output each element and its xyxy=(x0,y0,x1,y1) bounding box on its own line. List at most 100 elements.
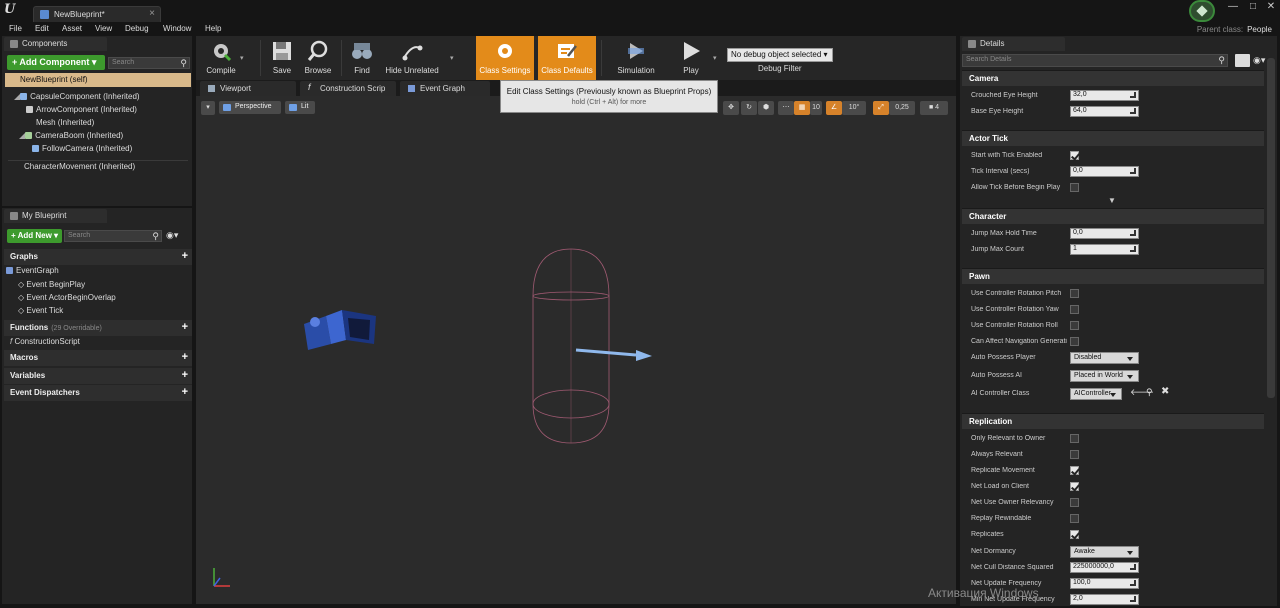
advanced-expand-chevron-icon[interactable]: ▼ xyxy=(1108,196,1116,205)
camera-mesh-icon xyxy=(304,310,376,350)
min-net-update-frequency-field[interactable]: 2,0 xyxy=(1070,594,1139,605)
menu-view[interactable]: View xyxy=(95,24,112,33)
ai-controller-class-dropdown[interactable]: AIController xyxy=(1070,388,1122,400)
play-options-dropdown[interactable]: ▾ xyxy=(713,54,717,62)
allow-tick-before-begin-checkbox[interactable] xyxy=(1070,183,1079,192)
graph-item-beginoverlap[interactable]: ◇ Event ActorBeginOverlap xyxy=(18,293,208,306)
start-with-tick-checkbox[interactable] xyxy=(1070,151,1079,160)
only-relevant-owner-checkbox[interactable] xyxy=(1070,434,1079,443)
hide-unrelated-button[interactable]: Hide Unrelated xyxy=(382,36,442,80)
net-dormancy-dropdown[interactable]: Awake xyxy=(1070,546,1139,558)
debug-object-dropdown[interactable]: No debug object selected ▾ xyxy=(727,48,833,62)
browse-asset-icon[interactable]: ⚲ xyxy=(1146,387,1153,398)
net-load-client-checkbox[interactable] xyxy=(1070,482,1079,491)
always-relevant-checkbox[interactable] xyxy=(1070,450,1079,459)
jump-max-count-field[interactable]: 1 xyxy=(1070,244,1139,255)
graphs-header[interactable]: Graphs + xyxy=(4,249,192,265)
character-section-header[interactable]: Character xyxy=(962,208,1264,224)
view-options-eye-icon[interactable]: ◉▾ xyxy=(166,230,188,242)
parent-class-link[interactable]: People xyxy=(1247,25,1272,34)
hide-unrelated-dropdown[interactable]: ▾ xyxy=(450,54,454,62)
details-tab[interactable]: Details xyxy=(962,37,1065,51)
find-button[interactable]: Find xyxy=(344,36,380,80)
simulation-button[interactable]: Simulation xyxy=(610,36,662,80)
crouched-eye-height-field[interactable]: 32,0 xyxy=(1070,90,1139,101)
controller-pitch-checkbox[interactable] xyxy=(1070,289,1079,298)
menu-edit[interactable]: Edit xyxy=(35,24,49,33)
save-button[interactable]: Save xyxy=(264,36,300,80)
viewport[interactable]: ▾ Perspective Lit ✥ ↻ ⬢ ⋯ ▦ 10 ∠ 10° ⤢ 0… xyxy=(196,96,956,604)
menu-file[interactable]: File xyxy=(9,24,22,33)
actor-tick-section-header[interactable]: Actor Tick xyxy=(962,130,1264,146)
clear-icon[interactable]: ✖ xyxy=(1161,386,1169,397)
add-variable-icon[interactable]: + xyxy=(182,369,188,381)
auto-possess-player-dropdown[interactable]: Disabled xyxy=(1070,352,1139,364)
affect-navigation-checkbox[interactable] xyxy=(1070,337,1079,346)
variables-header[interactable]: Variables + xyxy=(4,368,192,384)
macros-header[interactable]: Macros + xyxy=(4,350,192,366)
replay-rewindable-checkbox[interactable] xyxy=(1070,514,1079,523)
auto-possess-ai-dropdown[interactable]: Placed in World xyxy=(1070,370,1139,382)
tree-item-arrow[interactable]: ArrowComponent (Inherited) xyxy=(26,105,216,118)
base-eye-height-field[interactable]: 64,0 xyxy=(1070,106,1139,117)
add-function-icon[interactable]: + xyxy=(182,321,188,333)
controller-roll-checkbox[interactable] xyxy=(1070,321,1079,330)
tree-row-selected[interactable]: NewBlueprint (self) xyxy=(5,73,191,87)
replicates-checkbox[interactable] xyxy=(1070,530,1079,539)
add-macro-icon[interactable]: + xyxy=(182,351,188,363)
tree-item-charmovement[interactable]: CharacterMovement (Inherited) xyxy=(18,162,208,175)
net-update-frequency-field[interactable]: 100,0 xyxy=(1070,578,1139,589)
camera-section-header[interactable]: Camera xyxy=(962,70,1264,86)
tree-item-mesh[interactable]: Mesh (Inherited) xyxy=(26,118,216,131)
menu-debug[interactable]: Debug xyxy=(125,24,149,33)
tick-interval-field[interactable]: 0,0 xyxy=(1070,166,1139,177)
toolbar-separator xyxy=(601,40,602,76)
my-blueprint-search-input[interactable]: Search ⚲ xyxy=(64,230,162,242)
add-component-button[interactable]: + Add Component ▾ xyxy=(7,55,105,70)
user-badge-icon[interactable] xyxy=(1189,0,1215,22)
browse-button[interactable]: Browse xyxy=(300,36,336,80)
property-matrix-grid-icon[interactable] xyxy=(1235,54,1250,67)
pawn-section-header[interactable]: Pawn xyxy=(962,268,1264,284)
graph-item-tick[interactable]: ◇ Event Tick xyxy=(18,306,208,319)
menu-window[interactable]: Window xyxy=(163,24,191,33)
document-tab[interactable]: NewBlueprint* × xyxy=(33,6,161,22)
class-settings-button[interactable]: Class Settings xyxy=(476,36,534,80)
graph-item-eventgraph[interactable]: EventGraph xyxy=(6,266,196,279)
class-defaults-button[interactable]: Class Defaults xyxy=(538,36,596,80)
add-graph-icon[interactable]: + xyxy=(182,250,188,262)
graph-item-beginplay[interactable]: ◇ Event BeginPlay xyxy=(18,280,208,293)
function-item-construction[interactable]: f ConstructionScript xyxy=(10,337,200,350)
tree-item-followcamera[interactable]: FollowCamera (Inherited) xyxy=(32,144,222,157)
compile-options-dropdown[interactable]: ▾ xyxy=(240,54,244,62)
tab-construction-script[interactable]: f Construction Scrip xyxy=(300,81,396,96)
simulation-label: Simulation xyxy=(617,66,655,75)
net-use-owner-checkbox[interactable] xyxy=(1070,498,1079,507)
add-new-button[interactable]: + Add New ▾ xyxy=(7,229,62,243)
tab-event-graph[interactable]: Event Graph xyxy=(400,81,490,96)
play-button[interactable]: Play xyxy=(674,36,708,80)
components-search-input[interactable]: Search ⚲ xyxy=(108,57,190,69)
close-tab-icon[interactable]: × xyxy=(149,8,155,19)
toolbar-separator xyxy=(341,40,342,76)
compile-button[interactable]: Compile xyxy=(196,36,246,80)
details-scrollbar[interactable] xyxy=(1267,58,1275,398)
ai-controller-class-row: AI Controller Class AIController 🡐 ⚲ ✖ xyxy=(962,386,1264,402)
close-window-button[interactable]: ✕ xyxy=(1258,0,1280,16)
replicate-movement-checkbox[interactable] xyxy=(1070,466,1079,475)
functions-header[interactable]: Functions (29 Overridable) + xyxy=(4,320,192,336)
net-cull-distance-field[interactable]: 225000000,0 xyxy=(1070,562,1139,573)
menu-help[interactable]: Help xyxy=(205,24,221,33)
replication-section-header[interactable]: Replication xyxy=(962,413,1264,429)
tab-viewport[interactable]: Viewport xyxy=(200,81,296,96)
tree-item-capsule[interactable]: ◢ CapsuleComponent (Inherited) xyxy=(14,92,204,105)
controller-yaw-checkbox[interactable] xyxy=(1070,305,1079,314)
details-search-input[interactable]: Search Details ⚲ xyxy=(962,54,1228,67)
tree-item-cameraboom[interactable]: ◢ CameraBoom (Inherited) xyxy=(19,131,209,144)
add-dispatcher-icon[interactable]: + xyxy=(182,386,188,398)
dispatchers-header[interactable]: Event Dispatchers + xyxy=(4,385,192,401)
components-tab[interactable]: Components xyxy=(4,37,107,51)
my-blueprint-tab[interactable]: My Blueprint xyxy=(4,209,107,223)
jump-max-hold-field[interactable]: 0,0 xyxy=(1070,228,1139,239)
menu-asset[interactable]: Asset xyxy=(62,24,82,33)
